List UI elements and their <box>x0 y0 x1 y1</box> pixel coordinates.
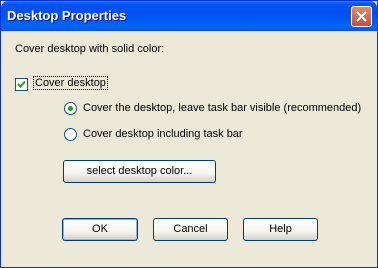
cover-desktop-checkbox[interactable] <box>15 78 28 91</box>
select-desktop-color-button[interactable]: select desktop color... <box>63 160 216 183</box>
radio-selected-dot <box>68 106 73 111</box>
radio-button-leave-taskbar[interactable] <box>64 102 77 115</box>
close-icon <box>356 11 367 22</box>
section-heading: Cover desktop with solid color: <box>15 43 165 55</box>
dialog-body: Cover desktop with solid color: Cover de… <box>4 31 374 265</box>
radio-label-include-taskbar[interactable]: Cover desktop including task bar <box>83 128 243 140</box>
checkmark-icon <box>17 80 26 88</box>
cover-desktop-label[interactable]: Cover desktop <box>33 76 108 90</box>
desktop-properties-dialog: Desktop Properties Cover desktop with so… <box>0 0 378 268</box>
radio-button-include-taskbar[interactable] <box>64 128 77 141</box>
cancel-button[interactable]: Cancel <box>153 218 228 241</box>
close-button[interactable] <box>351 6 372 27</box>
title-bar[interactable]: Desktop Properties <box>1 1 377 31</box>
ok-button[interactable]: OK <box>62 218 138 241</box>
help-button[interactable]: Help <box>243 218 318 241</box>
radio-label-leave-taskbar[interactable]: Cover the desktop, leave task bar visibl… <box>83 102 361 114</box>
window-title: Desktop Properties <box>7 8 127 23</box>
